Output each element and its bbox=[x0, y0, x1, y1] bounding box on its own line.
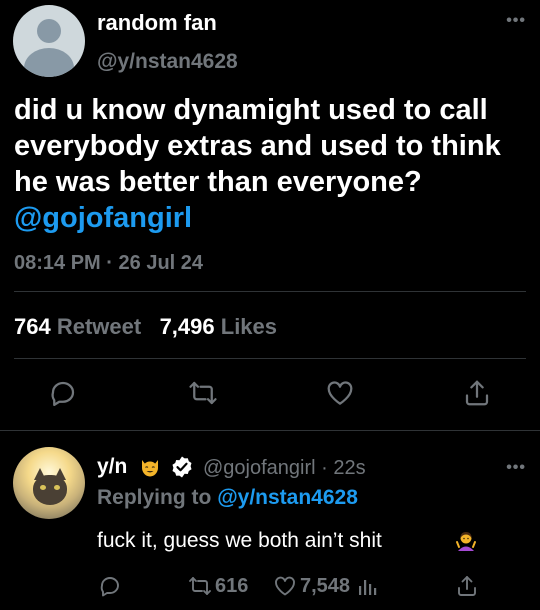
tweet-body: did u know dynamight used to call everyb… bbox=[14, 94, 501, 198]
retweets-stat[interactable]: 764 Retweet bbox=[14, 314, 147, 339]
reply-retweet-count: 616 bbox=[215, 575, 249, 597]
reply-separator: · bbox=[321, 457, 328, 479]
reply-icon[interactable] bbox=[48, 378, 78, 408]
verified-badge-icon bbox=[170, 455, 194, 479]
divider bbox=[14, 291, 526, 292]
reply-handle-time: @gojofangirl · 22s bbox=[203, 457, 366, 480]
divider bbox=[14, 358, 526, 359]
avatar[interactable] bbox=[13, 447, 85, 519]
smiling-cat-emoji-icon bbox=[139, 456, 161, 478]
tweet-detail-screen: random fan @y/nstan4628 ••• did u know d… bbox=[0, 0, 540, 610]
retweets-count: 764 bbox=[14, 314, 51, 339]
like-icon[interactable] bbox=[273, 574, 297, 598]
reply-tweet[interactable]: y/n @gojofangirl · 22s ••• Replying to @… bbox=[0, 431, 540, 610]
mention-link[interactable]: @gojofangirl bbox=[14, 202, 192, 234]
reply-like-count: 7,548 bbox=[300, 575, 351, 597]
main-tweet: random fan @y/nstan4628 ••• did u know d… bbox=[0, 0, 540, 430]
author-handle[interactable]: @y/nstan4628 bbox=[97, 50, 238, 74]
cat-avatar-icon bbox=[33, 475, 67, 505]
engagement-stats: 764 Retweet 7,496 Likes bbox=[14, 314, 277, 340]
cat-eye-left bbox=[40, 485, 46, 490]
tweet-date: 26 Jul 24 bbox=[118, 252, 204, 274]
share-icon[interactable] bbox=[455, 574, 479, 598]
retweet-icon[interactable] bbox=[188, 378, 218, 408]
person-shrugging-emoji-icon bbox=[455, 530, 477, 552]
replying-to-handle[interactable]: @y/nstan4628 bbox=[217, 486, 358, 509]
analytics-icon[interactable] bbox=[356, 574, 380, 598]
tweet-text: did u know dynamight used to call everyb… bbox=[14, 92, 529, 236]
share-icon[interactable] bbox=[462, 378, 492, 408]
cat-eye-right bbox=[54, 485, 60, 490]
likes-count: 7,496 bbox=[159, 314, 215, 339]
retweet-icon[interactable] bbox=[188, 574, 212, 598]
tweet-actions bbox=[0, 378, 540, 412]
default-avatar-body-icon bbox=[24, 48, 74, 77]
retweets-label: Retweet bbox=[56, 314, 142, 339]
like-icon[interactable] bbox=[325, 378, 355, 408]
reply-age[interactable]: 22s bbox=[333, 457, 365, 479]
tweet-timestamp[interactable]: 08:14 PM · 26 Jul 24 bbox=[14, 252, 203, 275]
tweet-time: 08:14 PM bbox=[14, 252, 101, 274]
reply-author-handle[interactable]: @gojofangirl bbox=[203, 457, 316, 479]
replying-to-line: Replying to @y/nstan4628 bbox=[97, 486, 358, 510]
reply-author-name[interactable]: y/n bbox=[97, 455, 127, 479]
more-options-icon[interactable]: ••• bbox=[506, 12, 526, 30]
default-avatar-head-icon bbox=[37, 19, 61, 43]
more-options-icon[interactable]: ••• bbox=[506, 459, 526, 477]
reply-icon[interactable] bbox=[98, 574, 122, 598]
reply-text: fuck it, guess we both ain’t shit bbox=[97, 529, 382, 552]
avatar[interactable] bbox=[13, 5, 85, 77]
reply-actions: 616 7,548 bbox=[0, 574, 540, 602]
timestamp-separator: · bbox=[106, 252, 113, 274]
likes-label: Likes bbox=[220, 314, 278, 339]
author-display-name[interactable]: random fan bbox=[97, 10, 217, 36]
replying-to-label: Replying to bbox=[97, 486, 212, 509]
likes-stat[interactable]: 7,496 Likes bbox=[160, 314, 277, 339]
